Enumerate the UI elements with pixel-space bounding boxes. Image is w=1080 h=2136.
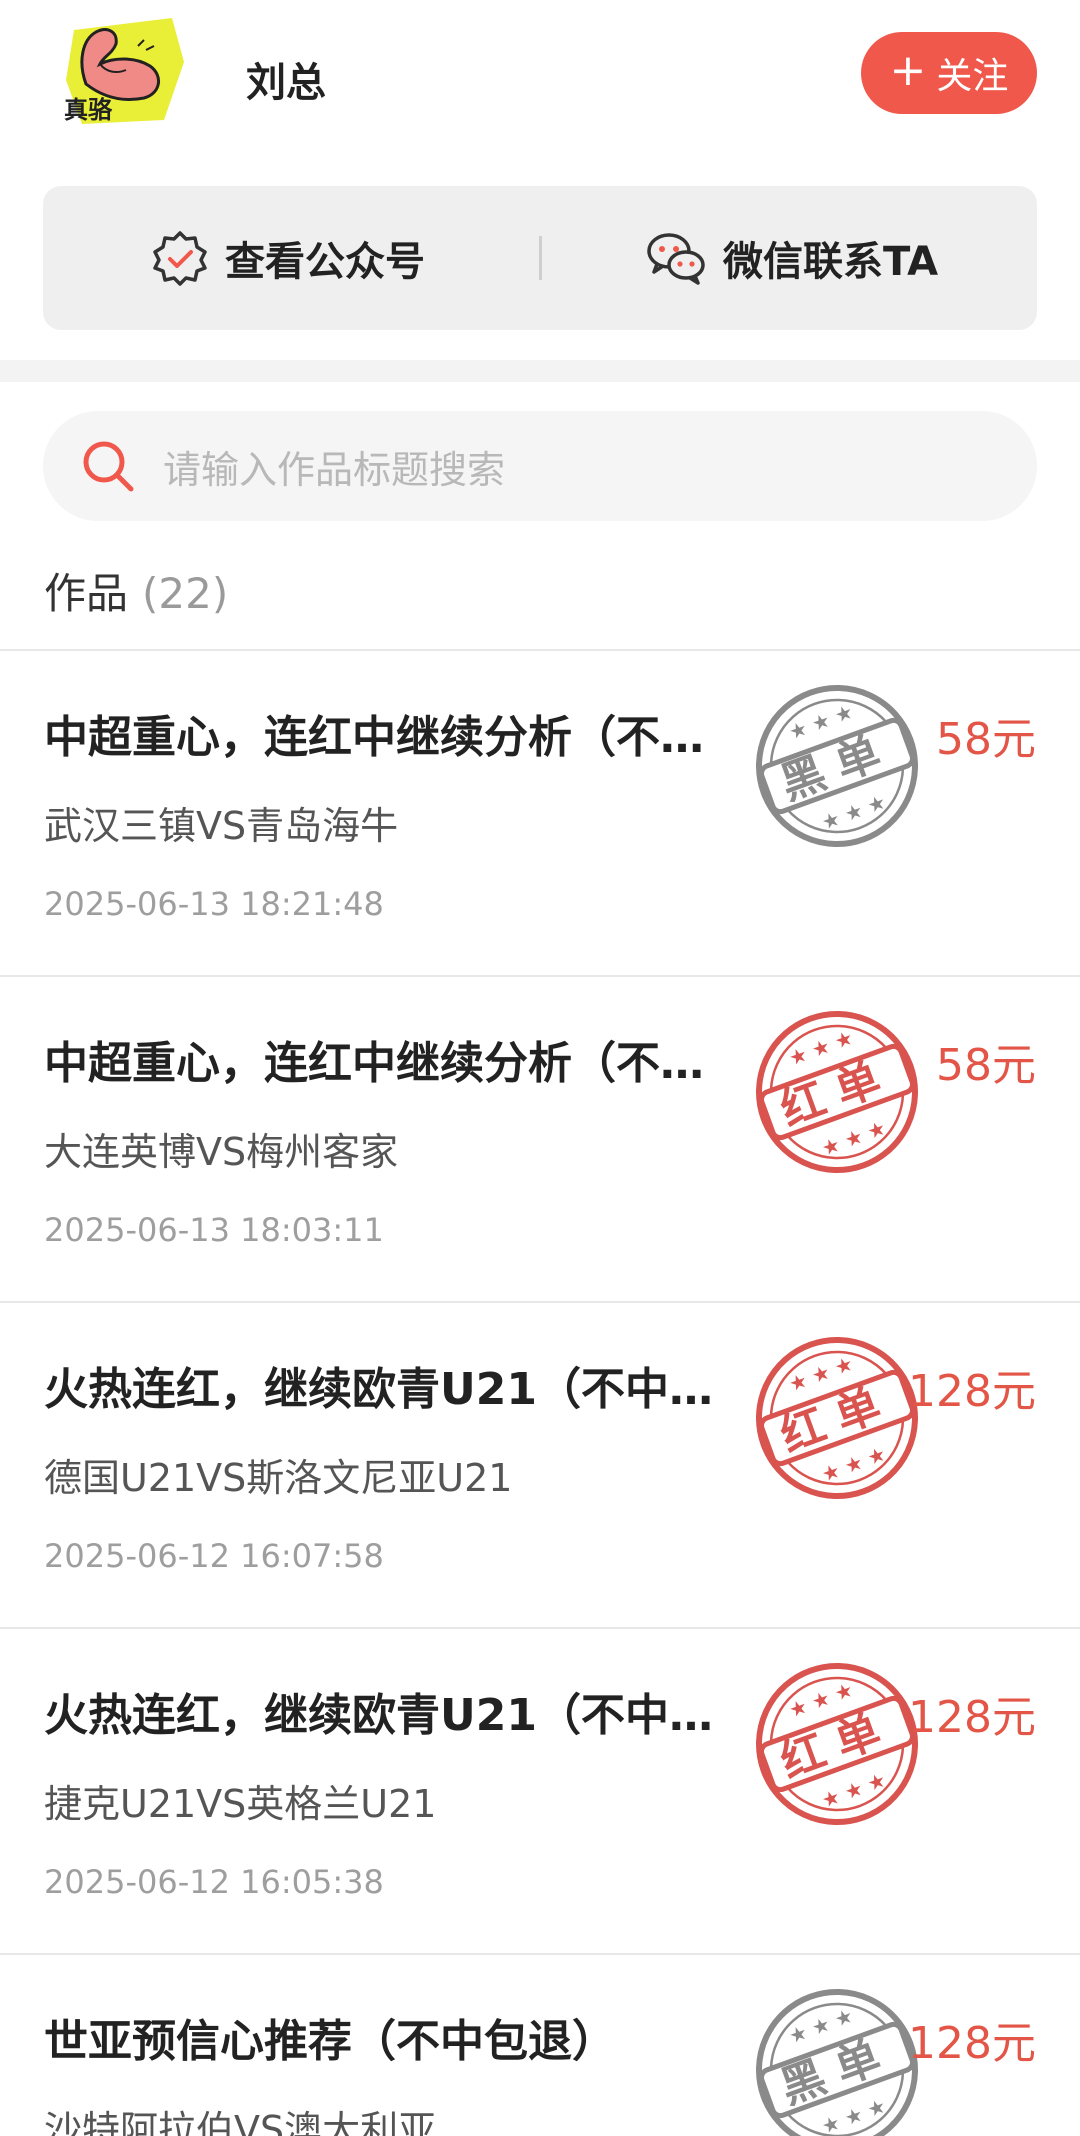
wechat-contact-button[interactable]: 微信联系TA: [645, 186, 938, 330]
result-stamp-icon: 红单 ★ ★ ★ ★ ★ ★: [756, 1663, 918, 1825]
article-title: 世亚预信心推荐（不中包退）: [44, 2016, 616, 2067]
article-matchup: 大连英博VS梅州客家: [44, 1130, 399, 1174]
wechat-icon: [647, 233, 705, 285]
article-timestamp: 2025-06-12 16:07:58: [44, 1537, 384, 1575]
article-matchup: 德国U21VS斯洛文尼亚U21: [44, 1456, 513, 1500]
article-item[interactable]: 中超重心，连红中继续分析（不… 大连英博VS梅州客家 2025-06-13 18…: [0, 977, 1080, 1303]
article-title: 中超重心，连红中继续分析（不…: [44, 1038, 704, 1089]
follow-button[interactable]: + 关注: [861, 32, 1037, 114]
wechat-contact-label: 微信联系TA: [723, 239, 939, 285]
result-stamp-icon: 红单 ★ ★ ★ ★ ★ ★: [756, 1337, 918, 1499]
official-account-label: 查看公众号: [225, 239, 425, 285]
article-item[interactable]: 火热连红，继续欧青U21（不中… 捷克U21VS英格兰U21 2025-06-1…: [0, 1629, 1080, 1955]
works-heading: 作品 (22): [44, 560, 228, 621]
article-price: 58元: [936, 1040, 1036, 1091]
author-name: 刘总: [246, 60, 326, 106]
article-price: 128元: [908, 1366, 1036, 1417]
article-item[interactable]: 火热连红，继续欧青U21（不中… 德国U21VS斯洛文尼亚U21 2025-06…: [0, 1303, 1080, 1629]
contact-card: 查看公众号 微信联系TA: [43, 186, 1037, 330]
profile-header: 真骆 刘总 + 关注: [0, 0, 1080, 150]
article-matchup: 捷克U21VS英格兰U21: [44, 1782, 437, 1826]
search-icon: [83, 441, 134, 492]
article-item[interactable]: 世亚预信心推荐（不中包退） 沙特阿拉伯VS澳大利亚 黑单 ★ ★ ★ ★ ★ ★…: [0, 1955, 1080, 2136]
article-title: 火热连红，继续欧青U21（不中…: [44, 1690, 713, 1741]
avatar[interactable]: 真骆: [60, 10, 190, 128]
article-price: 58元: [936, 714, 1036, 765]
result-stamp-icon: 黑单 ★ ★ ★ ★ ★ ★: [756, 685, 918, 847]
plus-icon: +: [889, 45, 927, 96]
avatar-text: 真骆: [64, 96, 113, 124]
result-stamp-icon: 红单 ★ ★ ★ ★ ★ ★: [756, 1011, 918, 1173]
action-divider: [539, 236, 542, 280]
article-title: 中超重心，连红中继续分析（不…: [44, 712, 704, 763]
article-item[interactable]: 中超重心，连红中继续分析（不… 武汉三镇VS青岛海牛 2025-06-13 18…: [0, 651, 1080, 977]
article-timestamp: 2025-06-12 16:05:38: [44, 1863, 384, 1901]
article-matchup: 沙特阿拉伯VS澳大利亚: [44, 2108, 437, 2136]
article-matchup: 武汉三镇VS青岛海牛: [44, 804, 399, 848]
verified-badge-icon: [153, 231, 207, 286]
view-official-account-button[interactable]: 查看公众号: [151, 186, 425, 330]
result-stamp-icon: 黑单 ★ ★ ★ ★ ★ ★: [756, 1989, 918, 2136]
search-input[interactable]: 请输入作品标题搜索: [43, 411, 1037, 521]
article-timestamp: 2025-06-13 18:03:11: [44, 1211, 384, 1249]
article-price: 128元: [908, 2018, 1036, 2069]
article-title: 火热连红，继续欧青U21（不中…: [44, 1364, 713, 1415]
section-divider: [0, 360, 1080, 382]
follow-label: 关注: [936, 56, 1009, 97]
works-count: (22): [142, 569, 229, 618]
search-placeholder: 请输入作品标题搜索: [163, 447, 506, 492]
article-price: 128元: [908, 1692, 1036, 1743]
works-heading-label: 作品: [44, 569, 129, 618]
article-timestamp: 2025-06-13 18:21:48: [44, 885, 384, 923]
